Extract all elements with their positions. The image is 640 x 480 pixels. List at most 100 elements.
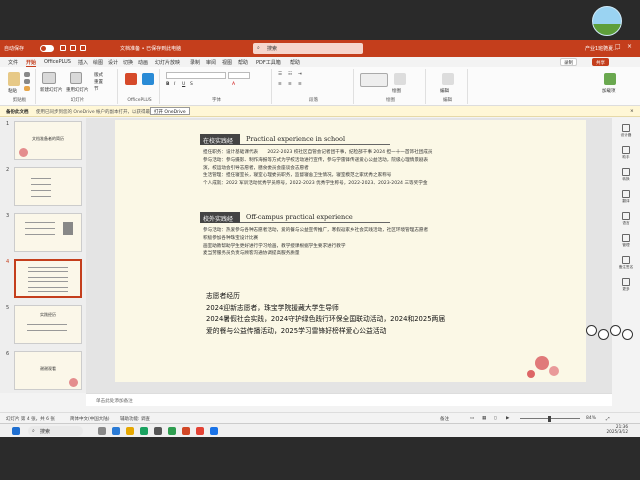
section-button[interactable]: 节 [94,86,99,92]
desktop-avatar-icon[interactable] [592,6,622,36]
taskbar-search[interactable]: ⌕ 搜索 [28,426,83,436]
share-button[interactable]: 共享 [592,58,609,66]
find-icon[interactable] [442,73,454,85]
numbering-icon[interactable]: ☷ [288,72,292,77]
school-experience-text[interactable]: 担任职务：设计基础课代表 2022-2023 校社区自管会记者团干事，纪检部干事… [203,149,432,188]
tab-pdf-toolbox[interactable]: PDF工具箱 [256,59,281,66]
layout-button[interactable]: 版式 [94,72,103,78]
designer-button[interactable]: 设计器 [616,124,636,138]
minimize-icon[interactable]: – [604,43,607,50]
thumb-slide-4[interactable] [14,259,82,298]
italic-icon[interactable]: I [174,82,175,87]
autosave-toggle[interactable] [40,45,54,52]
thumb-slide-3[interactable] [14,213,82,252]
maximize-icon[interactable]: □ [615,43,621,50]
assistant-button[interactable]: 助手 [616,146,636,160]
tab-transitions[interactable]: 切换 [123,59,133,66]
officeplus-icon[interactable] [125,73,137,85]
browser-icon[interactable] [140,427,148,435]
font-name-combo[interactable] [166,72,226,79]
tab-officeplus[interactable]: OfficePLUS [44,59,71,65]
tab-home[interactable]: 开始 [26,59,37,67]
save-icon[interactable] [60,45,66,51]
language-button[interactable]: 语言 [616,212,636,226]
reset-button[interactable]: 重置 [94,79,103,85]
addins-icon[interactable] [604,73,616,85]
tab-animations[interactable]: 动画 [138,59,148,66]
close-icon[interactable]: × [627,43,632,50]
section-title-en[interactable]: Practical experience in school [246,135,345,143]
system-clock[interactable]: 21:36 2025/3/12 [598,424,628,434]
manage-button[interactable]: 管理 [616,234,636,248]
bold-icon[interactable]: B [166,82,169,87]
section-title-cn[interactable]: 在校实践经历 [200,134,240,154]
tab-record[interactable]: 录制 [190,59,200,66]
powerpoint-taskbar-icon[interactable] [182,427,190,435]
open-onedrive-button[interactable]: 打开 OneDrive [150,107,190,115]
tab-help[interactable]: 帮助 [238,59,248,66]
align-left-icon[interactable]: ≡ [278,82,282,87]
slideshow-icon[interactable]: ▶ [506,416,509,421]
align-right-icon[interactable]: ≡ [298,82,302,87]
redo-icon[interactable] [80,45,86,51]
app-icon[interactable] [210,427,218,435]
indent-icon[interactable]: ⇥ [298,72,302,77]
accessibility-indicator[interactable]: 辅助功能: 调查 [120,416,150,422]
more-button[interactable]: 更多 [616,278,636,292]
task-view-icon[interactable] [98,427,106,435]
undo-icon[interactable] [70,45,76,51]
tab-insert[interactable]: 插入 [78,59,88,66]
section-title-en[interactable]: Off-campus practical experience [246,213,353,221]
font-color-icon[interactable]: A [232,82,235,87]
notes-toggle[interactable]: 备注 [440,416,449,422]
tab-view[interactable]: 视图 [222,59,232,66]
wechat-icon[interactable] [168,427,176,435]
start-icon[interactable] [12,427,20,435]
notes-sign-button[interactable]: 备注签名 [616,256,636,270]
search-input[interactable]: ⌕ 搜索 [253,43,363,54]
tab-help-2[interactable]: 帮助 [290,59,300,66]
convert-button[interactable]: 转换 [616,168,636,182]
shapes-gallery[interactable] [360,73,388,87]
current-slide[interactable]: 在校实践经历 Practical experience in school 担任… [115,120,586,382]
shadow-icon[interactable]: S [190,82,193,87]
user-name[interactable]: 产业1班驰夏... [585,45,618,52]
officeplus-template-icon[interactable] [142,73,154,85]
format-painter-icon[interactable] [24,86,30,91]
copy-icon[interactable] [24,79,30,84]
file-explorer-icon[interactable] [126,427,134,435]
vscode-icon[interactable] [112,427,120,435]
new-slide-icon[interactable] [42,72,56,84]
arrange-icon[interactable] [394,73,406,85]
record-button[interactable]: 录制 [560,58,577,66]
tab-review[interactable]: 审阅 [206,59,216,66]
language-indicator[interactable]: 简体中文(中国大陆) [70,416,110,422]
align-center-icon[interactable]: ≡ [288,82,292,87]
tab-design[interactable]: 设计 [108,59,118,66]
zoom-slider-knob[interactable] [548,416,551,422]
tab-draw[interactable]: 绘图 [93,59,103,66]
tab-file[interactable]: 文件 [8,59,18,66]
section-title-cn[interactable]: 校外实践经历 [200,212,240,232]
font-size-combo[interactable] [228,72,250,79]
sorter-view-icon[interactable]: ▦ [482,416,486,421]
bullets-icon[interactable]: ☰ [278,72,282,77]
app-icon[interactable] [196,427,204,435]
reuse-slides-icon[interactable] [70,72,82,84]
translate-button[interactable]: 翻译 [616,190,636,204]
thumb-slide-1[interactable]: 文档准备者的简历 [14,121,82,160]
thumb-slide-5[interactable]: 实践经历 [14,305,82,344]
paste-icon[interactable] [8,72,20,86]
reading-view-icon[interactable]: ▯ [494,416,496,421]
cut-icon[interactable] [24,72,30,77]
underline-icon[interactable]: U [182,82,185,87]
normal-view-icon[interactable]: ▭ [470,416,474,421]
thumb-slide-6[interactable]: 谢谢观看 [14,351,82,390]
notify-close-icon[interactable]: × [630,109,634,114]
notes-pane[interactable]: 单击此处添加备注 [86,393,612,406]
zoom-level[interactable]: 84% [586,416,596,421]
thumb-slide-2[interactable] [14,167,82,206]
volunteer-text[interactable]: 志愿者经历 2024迎新志愿者，珠宝学院援藏大学生导师 2024暑假社会实践，2… [206,291,445,337]
offcampus-experience-text[interactable]: 参与活动：热爱参与各种志愿者活动，爱的餐与公益宣传推广，寒假返家乡社会实践活动，… [203,227,428,258]
app-icon[interactable] [154,427,162,435]
